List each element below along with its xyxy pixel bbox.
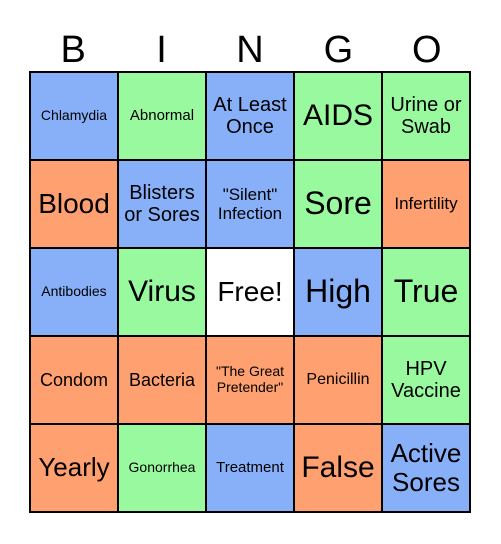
bingo-cell[interactable]: Antibodies <box>31 249 117 335</box>
cell-label: Chlamydia <box>40 107 108 124</box>
cell-label: Blisters or Sores <box>124 181 200 226</box>
bingo-cell[interactable]: Urine or Swab <box>383 73 469 159</box>
cell-label: Virus <box>128 275 196 309</box>
cell-label: Yearly <box>38 452 110 483</box>
free-space[interactable]: Free! <box>207 249 293 335</box>
cell-label: False <box>301 451 375 485</box>
cell-label: Treatment <box>216 458 284 476</box>
cell-label: Sore <box>304 185 372 222</box>
bingo-cell[interactable]: Active Sores <box>383 425 469 511</box>
bingo-cell[interactable]: Condom <box>31 337 117 423</box>
cell-label: True <box>393 273 459 310</box>
bingo-cell[interactable]: Yearly <box>31 425 117 511</box>
bingo-cell[interactable]: HPV Vaccine <box>383 337 469 423</box>
bingo-cell[interactable]: Blisters or Sores <box>119 161 205 247</box>
header-letter: O <box>411 29 442 71</box>
cell-label: High <box>305 273 371 310</box>
bingo-header: BINGO <box>29 28 471 72</box>
cell-label: "The Great Pretender" <box>216 363 284 395</box>
bingo-cell[interactable]: AIDS <box>295 73 381 159</box>
cell-label: Active Sores <box>390 437 462 497</box>
bingo-cell[interactable]: Virus <box>119 249 205 335</box>
cell-label: Antibodies <box>41 283 107 300</box>
cell-label: Abnormal <box>129 106 195 124</box>
bingo-cell[interactable]: Gonorrhea <box>119 425 205 511</box>
cell-label: Blood <box>38 188 110 220</box>
cell-label: Condom <box>39 369 109 390</box>
header-letter: I <box>156 29 167 71</box>
bingo-cell[interactable]: Bacteria <box>119 337 205 423</box>
cell-label: AIDS <box>302 99 374 133</box>
bingo-cell[interactable]: Infertility <box>383 161 469 247</box>
cell-label: Infertility <box>394 194 458 214</box>
header-letter: B <box>60 29 86 71</box>
bingo-cell[interactable]: High <box>295 249 381 335</box>
cell-label: HPV Vaccine <box>391 357 461 402</box>
bingo-cell[interactable]: "Silent" Infection <box>207 161 293 247</box>
cell-label: Penicillin <box>306 371 370 389</box>
bingo-cell[interactable]: Blood <box>31 161 117 247</box>
header-letter: G <box>323 29 354 71</box>
cell-label: Bacteria <box>128 369 196 390</box>
bingo-cell[interactable]: "The Great Pretender" <box>207 337 293 423</box>
bingo-cell[interactable]: Abnormal <box>119 73 205 159</box>
cell-label: Gonorrhea <box>128 459 196 476</box>
bingo-cell[interactable]: False <box>295 425 381 511</box>
bingo-cell[interactable]: At Least Once <box>207 73 293 159</box>
bingo-cell[interactable]: Chlamydia <box>31 73 117 159</box>
cell-label: Urine or Swab <box>390 93 462 138</box>
header-letter: N <box>236 29 264 71</box>
bingo-card: Chlamydia Abnormal At Least Once AIDS Urine … <box>29 71 471 513</box>
cell-label: At Least Once <box>213 93 287 138</box>
bingo-cell[interactable]: Sore <box>295 161 381 247</box>
bingo-cell[interactable]: True <box>383 249 469 335</box>
cell-label: Free! <box>217 276 283 308</box>
cell-label: "Silent" Infection <box>217 184 283 223</box>
bingo-cell[interactable]: Treatment <box>207 425 293 511</box>
bingo-cell[interactable]: Penicillin <box>295 337 381 423</box>
